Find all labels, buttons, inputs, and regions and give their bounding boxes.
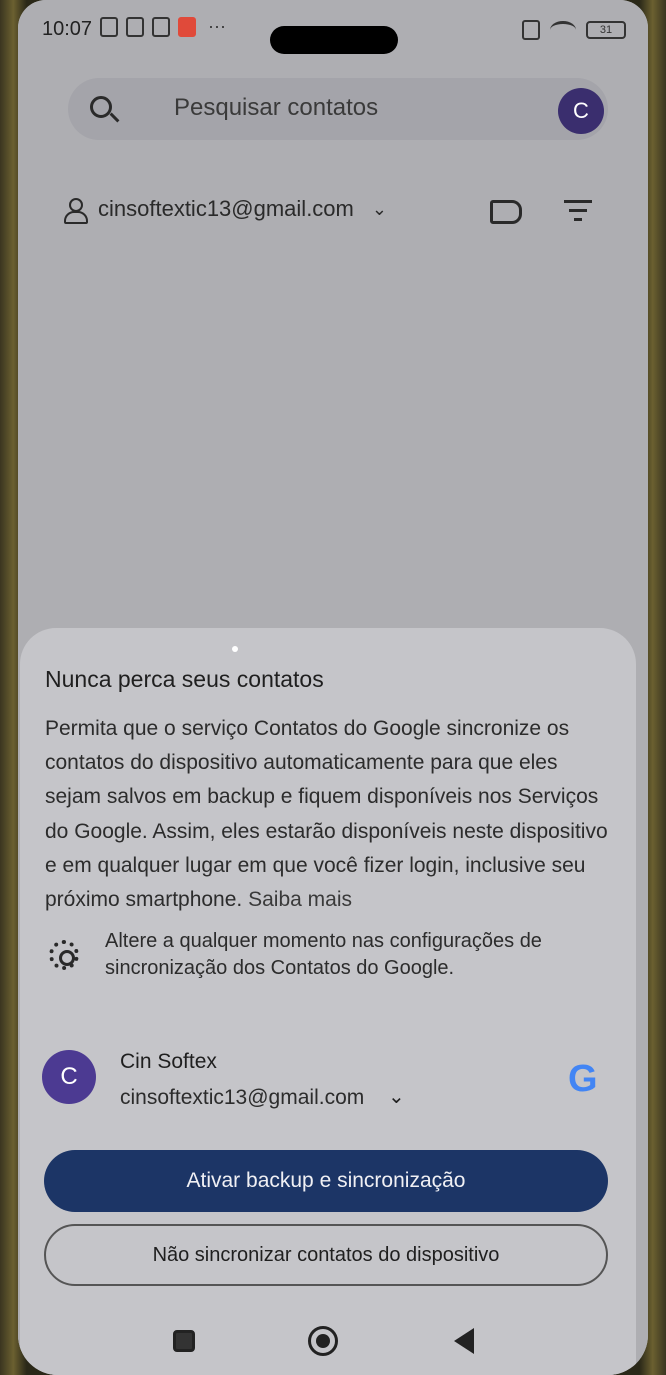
account-picker-email: cinsoftextic13@gmail.com (120, 1086, 365, 1109)
learn-more-link[interactable]: Saiba mais (248, 888, 352, 911)
search-icon[interactable] (90, 96, 112, 118)
search-bar[interactable]: Pesquisar contatos (68, 78, 608, 140)
mail-notification-icon (178, 16, 196, 37)
filter-icon[interactable] (564, 200, 592, 224)
avatar: C (42, 1050, 96, 1104)
navigation-bar (18, 1300, 648, 1375)
settings-notification-icon (152, 16, 170, 37)
sheet-title: Nunca perca seus contatos (45, 666, 324, 692)
home-icon[interactable] (308, 1326, 338, 1356)
no-sim-icon (522, 20, 540, 40)
sheet-body: Permita que o serviço Contatos do Google… (45, 712, 615, 917)
chevron-down-icon: ⌄ (371, 198, 387, 219)
google-icon: G (568, 1058, 598, 1100)
wifi-icon (550, 21, 576, 39)
camera-notch (270, 26, 398, 54)
back-icon[interactable] (454, 1328, 474, 1354)
label-icon[interactable] (490, 200, 522, 224)
status-notification-icons: ··· (100, 16, 226, 37)
account-picker[interactable]: C Cin Softex cinsoftextic13@gmail.com ⌄ (42, 1042, 416, 1118)
recents-icon[interactable] (173, 1330, 195, 1352)
account-name: Cin Softex (120, 1050, 217, 1073)
account-email: cinsoftextic13@gmail.com (98, 196, 354, 221)
settings-note-text: Altere a qualquer momento nas configuraç… (105, 930, 542, 979)
nfc-icon (100, 16, 118, 37)
search-input[interactable]: Pesquisar contatos (174, 94, 378, 122)
phone-frame: 10:07 ··· 31 Pesquisar contatos C cinsof… (0, 0, 666, 1375)
status-time: 10:07 (42, 18, 93, 40)
sheet-body-text: Permita que o serviço Contatos do Google… (45, 717, 608, 912)
status-system-icons: 31 (522, 20, 626, 40)
sync-bottom-sheet: Nunca perca seus contatos Permita que o … (20, 628, 636, 1375)
gear-icon (49, 940, 79, 970)
sheet-handle[interactable] (232, 646, 238, 652)
sim-icon (126, 16, 144, 37)
person-icon (64, 198, 88, 224)
enable-backup-sync-button[interactable]: Ativar backup e sincronização (44, 1150, 608, 1212)
screen: 10:07 ··· 31 Pesquisar contatos C cinsof… (18, 0, 648, 1375)
chevron-down-icon: ⌄ (388, 1086, 405, 1108)
account-selector[interactable]: cinsoftextic13@gmail.com ⌄ (64, 196, 387, 224)
account-avatar[interactable]: C (558, 88, 604, 134)
dont-sync-button[interactable]: Não sincronizar contatos do dispositivo (44, 1224, 608, 1286)
battery-icon: 31 (586, 21, 626, 39)
more-notifications-icon: ··· (208, 16, 226, 36)
